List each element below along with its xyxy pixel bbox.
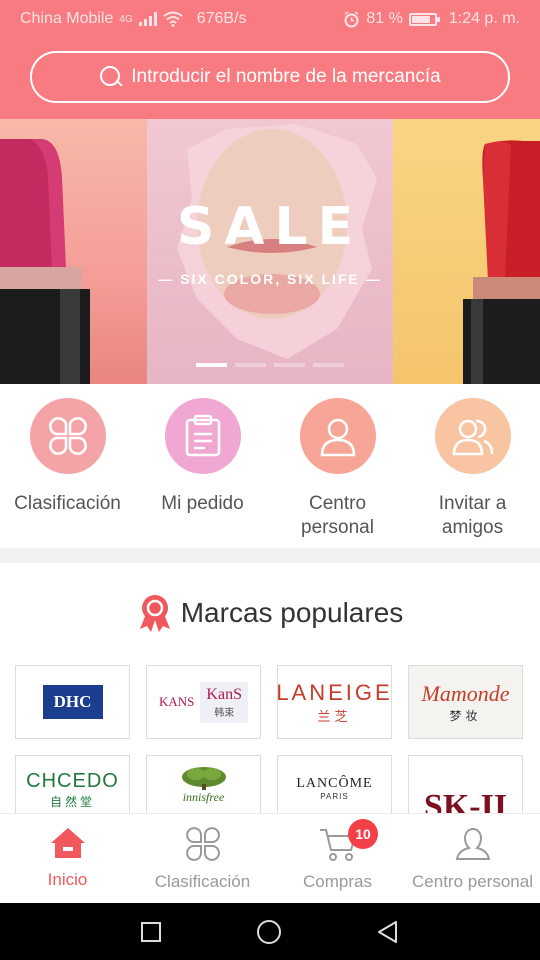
header: Introducir el nombre de la mercancía [0,38,540,119]
quick-item-label: Invitar a amigos [438,493,507,538]
nav-inicio[interactable]: Inicio [0,814,135,903]
search-icon [99,65,123,89]
status-bar: China Mobile 4G 676B/s 81 % 1:24 p. m. [0,0,540,38]
brand-logo-sub: 自然堂 [49,795,95,809]
brand-logo: SK-II [423,788,508,813]
brand-logo: DHC [42,685,103,719]
brand-card-innisfree[interactable]: innisfree [146,755,261,813]
quick-item-centro-personal[interactable]: Centro personal [270,384,405,548]
brand-card-dhc[interactable]: DHC [15,665,130,739]
nav-compras[interactable]: 10 Compras [270,814,405,903]
banner-pagination [196,363,344,367]
battery-icon [408,12,440,26]
quick-item-invitar-amigos[interactable]: Invitar a amigos [405,384,540,548]
pagination-dot[interactable] [313,363,344,367]
network-speed: 676B/s [196,10,247,27]
banner-subtitle: — SIX COLOR, SIX LIFE — [158,271,382,287]
brand-logo: LANEIGE [277,679,392,705]
award-ribbon-icon [139,595,170,632]
clock: 1:24 p. m. [448,10,520,27]
promo-banner[interactable]: SALE — SIX COLOR, SIX LIFE — [0,119,540,384]
clipboard-icon [164,398,241,474]
battery-percent: 81 % [366,10,403,27]
grid-icon [29,398,106,474]
lipstick-image-left [0,139,90,384]
brand-logo-sub: 兰芝 [317,708,352,724]
brand-card-laneige[interactable]: LANEIGE 兰芝 [277,665,392,739]
brand-logo: innisfree [182,790,225,804]
search-placeholder: Introducir el nombre de la mercancía [131,66,441,87]
brands-title: Marcas populares [180,597,404,628]
nav-label: Clasificación [154,872,251,891]
alarm-icon [344,10,359,27]
quick-item-label: Clasificación [14,493,121,514]
signal-icon [138,12,157,26]
home-button-icon[interactable] [255,918,283,946]
home-icon [50,828,85,858]
nav-label: Compras [303,872,372,891]
quick-item-label: Centro personal [301,493,374,538]
banner-title: SALE [176,197,364,257]
lipstick-image-right [463,140,540,384]
brand-logo-sub: 梦妆 [449,708,482,723]
brand-logo: Mamonde [421,680,510,706]
brand-card-skii[interactable]: SK-II [408,755,523,813]
quick-item-mi-pedido[interactable]: Mi pedido [135,384,270,548]
pagination-dot[interactable] [274,363,305,367]
quick-item-label: Mi pedido [161,493,244,514]
brand-card-kans[interactable]: KANS KanS 韩束 [146,665,261,739]
brand-card-lancome[interactable]: LANCÔME PARIS [277,755,392,813]
bottom-nav: Inicio Clasificación 10 Compras Centro p… [0,813,540,903]
person-icon [299,398,376,474]
nav-centro-personal[interactable]: Centro personal [405,814,540,903]
app-root: China Mobile 4G 676B/s 81 % 1:24 p. m. I… [0,0,540,960]
brand-card-chcedo[interactable]: CHCEDO 自然堂 [15,755,130,813]
system-nav-bar [0,903,540,960]
pagination-dot[interactable] [196,363,227,367]
people-icon [434,398,511,474]
carrier-name: China Mobile [20,10,114,27]
brand-grid: DHC KANS KanS 韩束 LANEIGE 兰芝 Mamonde 梦妆 C… [15,665,525,813]
person-icon [455,827,490,860]
back-icon[interactable] [375,919,401,945]
nav-label: Inicio [47,870,88,889]
cart-badge: 10 [348,819,378,849]
brand-logo: KANS KanS 韩束 [159,681,248,723]
nav-label: Centro personal [412,872,533,891]
network-type: 4G [119,13,133,25]
section-title: Marcas populares [0,594,540,632]
pagination-dot[interactable] [235,363,266,367]
search-input[interactable]: Introducir el nombre de la mercancía [30,51,510,103]
quick-item-clasificacion[interactable]: Clasificación [0,384,135,548]
brand-logo: LANCÔME [296,776,373,791]
brand-logo-sub: PARIS [320,792,349,801]
brand-logo: CHCEDO [26,770,119,792]
recent-apps-icon[interactable] [139,920,163,944]
nav-clasificacion[interactable]: Clasificación [135,814,270,903]
tree-logo-icon [181,767,226,790]
brand-card-mamonde[interactable]: Mamonde 梦妆 [408,665,523,739]
section-divider [0,548,540,563]
wifi-icon [163,11,183,27]
quick-menu: Clasificación Mi pedido Centro personal … [0,384,540,548]
grid-icon [185,827,220,861]
